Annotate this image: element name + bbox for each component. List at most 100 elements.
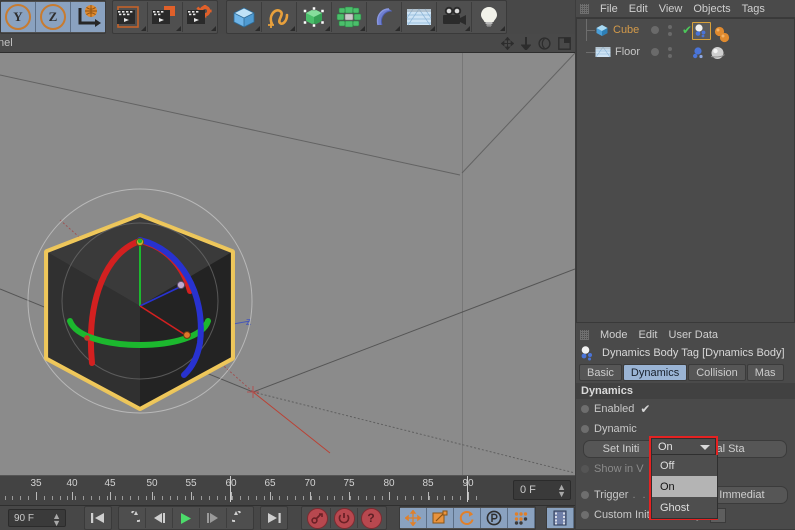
scene-floor-button[interactable]	[402, 2, 437, 32]
cube-primitive-button[interactable]	[227, 2, 262, 32]
viewport-canvas[interactable]: Z	[0, 53, 575, 475]
mograph-cloner-button[interactable]	[332, 2, 367, 32]
visibility-toggles[interactable]	[668, 24, 672, 36]
set-initial-state-button[interactable]: Set Initi	[583, 440, 659, 458]
axis-z-button[interactable]: Z	[36, 2, 71, 32]
world-object-axis-button[interactable]	[71, 2, 105, 32]
viewport[interactable]: nel Z	[0, 34, 575, 475]
om-menu-tags[interactable]: Tags	[742, 3, 765, 15]
deformer-bend-button[interactable]	[367, 2, 402, 32]
object-manager[interactable]: Cube ✔ Floor	[576, 18, 795, 323]
om-menu-objects[interactable]: Objects	[693, 3, 730, 15]
object-tags-floor[interactable]	[692, 43, 725, 63]
position-key-toggle[interactable]	[400, 508, 427, 528]
animation-track-dot[interactable]	[581, 465, 589, 473]
record-active-objects-button[interactable]	[304, 507, 331, 529]
object-row-cube[interactable]: Cube ✔	[577, 19, 794, 42]
timeline-scale[interactable]: 35 40 45 50 55 60 65 70 75 80 85 90	[0, 476, 510, 506]
frame-stepper-icon[interactable]: ▲ ▼	[557, 483, 566, 499]
render-region-button[interactable]	[148, 2, 183, 32]
dynamics-body-tag[interactable]	[692, 22, 711, 40]
dropdown-option-off[interactable]: Off	[652, 455, 717, 476]
end-frame-field[interactable]: 90 F ▲ ▼	[8, 509, 66, 528]
render-view-button[interactable]	[113, 2, 148, 32]
om-menu-view[interactable]: View	[659, 3, 683, 15]
am-menu-mode[interactable]: Mode	[600, 329, 628, 341]
filmstrip-button[interactable]	[547, 508, 574, 528]
generator-nurbs-button[interactable]	[297, 2, 332, 32]
visibility-dot[interactable]	[651, 48, 659, 56]
object-visibility-dots[interactable]: ✔	[651, 19, 692, 41]
scale-key-toggle[interactable]	[427, 508, 454, 528]
dynamic-mode-current-value: On	[658, 440, 673, 453]
om-menu-edit[interactable]: Edit	[629, 3, 648, 15]
timeline-ruler[interactable]: 35 40 45 50 55 60 65 70 75 80 85 90 0 F ▲ ▼	[0, 475, 575, 506]
dolly-icon[interactable]	[521, 36, 531, 50]
om-menu-file[interactable]: File	[600, 3, 618, 15]
render-visibility-dot[interactable]	[668, 53, 672, 58]
visibility-toggles[interactable]	[668, 46, 672, 58]
pan-icon[interactable]	[501, 36, 514, 50]
timeline-playhead[interactable]	[230, 476, 231, 502]
animation-track-dot[interactable]	[581, 491, 589, 499]
am-menu-edit[interactable]: Edit	[639, 329, 658, 341]
timeline-major-tick	[231, 492, 232, 500]
object-name-cube[interactable]: Cube	[613, 24, 639, 36]
panel-grip-icon[interactable]	[580, 329, 589, 340]
object-row-floor[interactable]: Floor	[577, 41, 794, 63]
render-visibility-dot[interactable]	[668, 31, 672, 36]
enabled-checkbox[interactable]: ✔	[640, 402, 650, 416]
play-button[interactable]	[173, 508, 200, 528]
camera-button[interactable]	[437, 2, 472, 32]
tab-mass[interactable]: Mas	[746, 364, 784, 381]
viewport-panel-menu-label[interactable]: nel	[0, 37, 13, 49]
previous-key-button[interactable]	[119, 508, 146, 528]
timeline-minor-tick	[154, 496, 155, 500]
animation-track-dot[interactable]	[581, 511, 589, 519]
step-forward-button[interactable]	[200, 508, 227, 528]
dynamic-mode-dropdown-list[interactable]: Off On Ghost	[651, 455, 718, 519]
object-visibility-dots[interactable]	[651, 41, 672, 63]
rotate-icon[interactable]	[538, 36, 551, 50]
point-level-animation-toggle[interactable]	[508, 508, 535, 528]
tab-dynamics[interactable]: Dynamics	[622, 364, 688, 381]
keyframe-selection-button[interactable]: ?	[358, 507, 384, 529]
animation-track-dot[interactable]	[581, 405, 589, 413]
trigger-dropdown[interactable]: Immediat	[712, 486, 789, 504]
visibility-dot[interactable]	[651, 26, 659, 34]
end-frame-stepper-icon[interactable]: ▲ ▼	[52, 512, 61, 528]
object-name-floor[interactable]: Floor	[615, 46, 640, 58]
editor-visibility-dot[interactable]	[668, 24, 672, 29]
go-to-start-button[interactable]	[85, 508, 111, 528]
autokeying-button[interactable]	[331, 507, 358, 529]
step-back-button[interactable]	[146, 508, 173, 528]
current-frame-field[interactable]: 0 F ▲ ▼	[513, 480, 571, 500]
animation-track-dot[interactable]	[581, 425, 589, 433]
object-tags-cube[interactable]	[692, 21, 739, 42]
editor-visibility-dot[interactable]	[668, 46, 672, 51]
dynamics-body-tag[interactable]	[692, 46, 707, 60]
timeline-major-tick	[72, 492, 73, 500]
rotation-key-toggle[interactable]	[454, 508, 481, 528]
tab-basic[interactable]: Basic	[579, 364, 622, 381]
next-key-button[interactable]	[227, 508, 253, 528]
spline-pen-button[interactable]	[262, 2, 297, 32]
tab-collision[interactable]: Collision	[688, 364, 746, 381]
row-enabled[interactable]: Enabled ✔	[576, 399, 795, 419]
am-menu-user-data[interactable]: User Data	[669, 329, 719, 341]
material-sphere-tag[interactable]	[710, 46, 725, 60]
axis-y-button[interactable]: Y	[1, 2, 36, 32]
dropdown-option-ghost[interactable]: Ghost	[652, 497, 717, 518]
timeline-playhead[interactable]	[467, 476, 468, 502]
parameter-key-toggle[interactable]	[481, 508, 508, 528]
mograph-cloner-icon	[336, 6, 362, 28]
dynamic-mode-dropdown-field[interactable]: On	[651, 438, 716, 455]
dropdown-option-on[interactable]: On	[652, 476, 717, 497]
light-button[interactable]	[472, 2, 506, 32]
panel-grip-icon[interactable]	[580, 3, 589, 14]
maximize-icon[interactable]	[558, 36, 571, 50]
timeline-minor-tick	[146, 496, 147, 500]
render-settings-button[interactable]	[183, 2, 217, 32]
go-to-end-button[interactable]	[261, 508, 287, 528]
timeline-minor-tick	[272, 496, 273, 500]
